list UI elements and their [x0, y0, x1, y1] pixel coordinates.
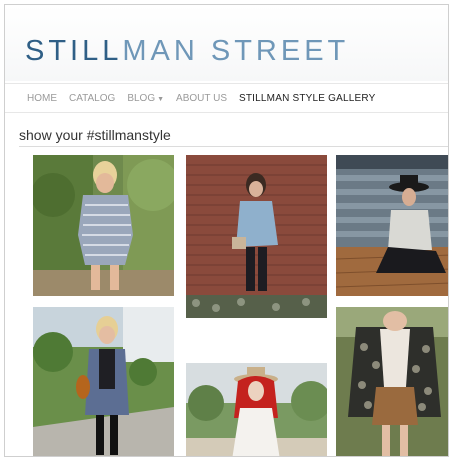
gallery-photo[interactable] — [33, 307, 174, 456]
caret-down-icon: ▼ — [157, 95, 165, 103]
nav-about-us[interactable]: ABOUT US — [176, 93, 227, 104]
logo-text-still: STILL — [25, 35, 123, 67]
photo-image — [33, 307, 174, 456]
photo-image — [336, 307, 448, 456]
nav-home[interactable]: HOME — [27, 93, 57, 104]
nav-blog-label: BLOG — [127, 92, 156, 104]
logo-text-man-street: MAN STREET — [122, 35, 350, 67]
nav-blog[interactable]: BLOG ▼ — [127, 93, 164, 104]
photo-image — [33, 155, 174, 296]
site-header: STILLMAN STREET — [5, 5, 448, 81]
browser-frame: STILLMAN STREET HOME CATALOG BLOG ▼ ABOUT… — [4, 4, 449, 457]
gallery-photo[interactable] — [33, 155, 174, 296]
site-logo[interactable]: STILLMAN STREET — [25, 35, 349, 68]
gallery-photo[interactable] — [186, 363, 327, 456]
gallery-photo[interactable] — [336, 155, 448, 296]
gallery-heading: show your #stillmanstyle — [19, 127, 448, 147]
photo-image — [186, 155, 327, 318]
gallery-photo[interactable] — [186, 155, 327, 318]
nav-stillman-style-gallery[interactable]: STILLMAN STYLE GALLERY — [239, 93, 376, 104]
photo-image — [336, 155, 448, 296]
main-nav: HOME CATALOG BLOG ▼ ABOUT US STILLMAN STY… — [5, 83, 448, 113]
gallery-photo[interactable] — [336, 307, 448, 456]
photo-image — [186, 363, 327, 456]
nav-catalog[interactable]: CATALOG — [69, 93, 115, 104]
